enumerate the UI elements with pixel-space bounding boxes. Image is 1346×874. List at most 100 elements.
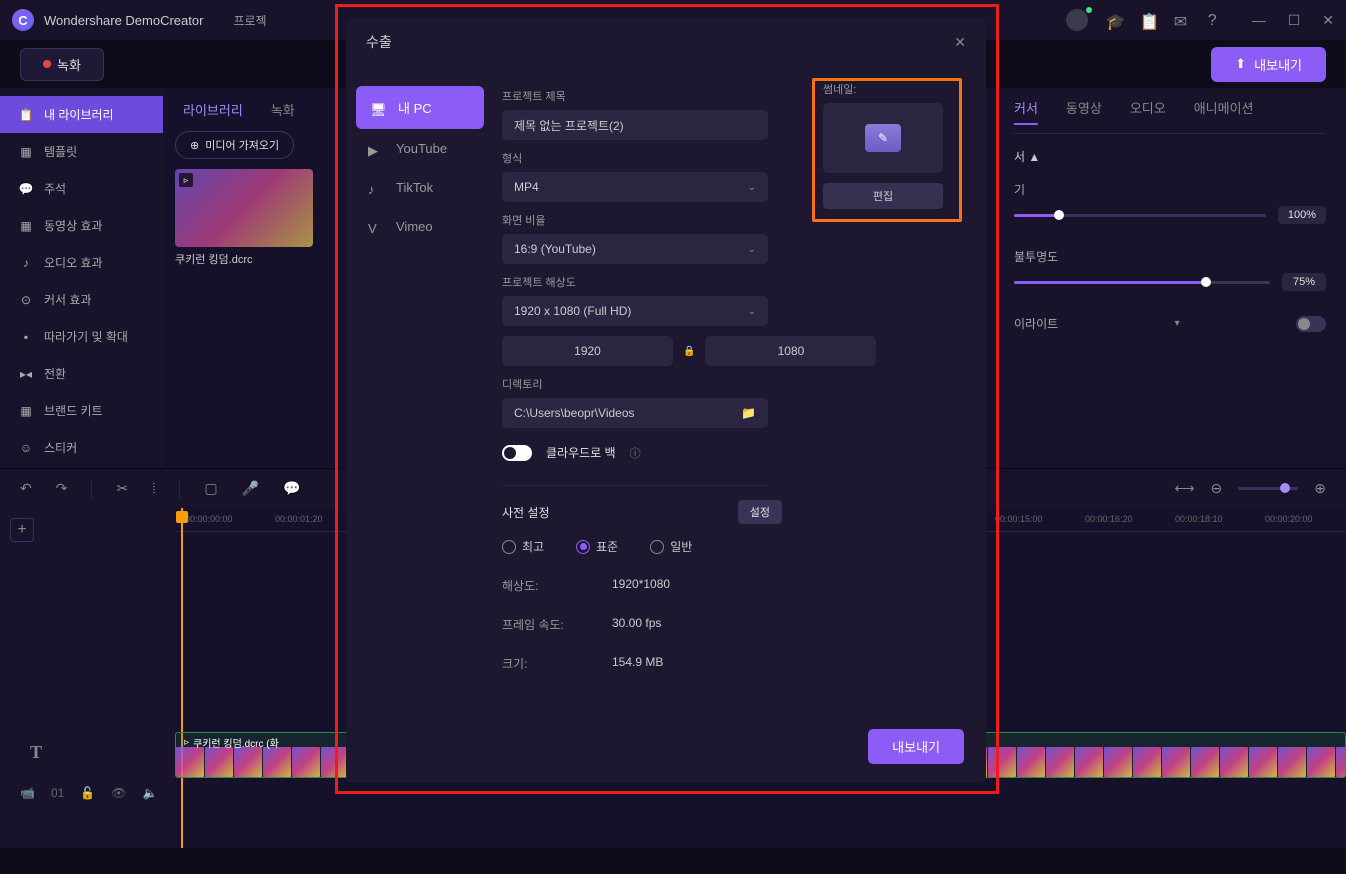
width-input[interactable] — [502, 336, 673, 366]
sidebar-item-label: 내 라이브러리 — [44, 106, 114, 123]
highlight-label: 이라이트 — [1014, 315, 1058, 332]
sidebar-item-sticker[interactable]: ☺스티커 — [0, 429, 163, 466]
dest-tiktok[interactable]: ♪TikTok — [346, 168, 494, 207]
info-fps-label: 프레임 속도: — [502, 616, 572, 633]
help-icon[interactable]: ? — [1208, 12, 1224, 28]
preset-settings-button[interactable]: 설정 — [738, 500, 782, 524]
sidebar-item-label: 스티커 — [44, 439, 77, 456]
template-icon: ▦ — [18, 144, 34, 160]
tab-animation[interactable]: 애니메이션 — [1194, 98, 1254, 125]
radio-standard[interactable]: 표준 — [576, 538, 618, 555]
ruler-mark: 00:00:00:00 — [185, 514, 233, 524]
export-form: 프로젝트 제목 형식 MP4⌄ 화면 비율 16:9 (YouTube)⌄ 프로… — [494, 66, 986, 782]
chat-icon[interactable]: 💬 — [283, 480, 300, 497]
aspect-select[interactable]: 16:9 (YouTube)⌄ — [502, 234, 768, 264]
height-input[interactable] — [705, 336, 876, 366]
record-button[interactable]: 녹화 — [20, 48, 104, 81]
edit-icon: ✎ — [865, 124, 901, 152]
media-thumbnail[interactable]: ▹ — [175, 169, 313, 247]
info-resolution-value: 1920*1080 — [612, 577, 670, 594]
user-avatar-icon[interactable] — [1066, 9, 1088, 31]
sidebar-item-video-fx[interactable]: ▦동영상 효과 — [0, 207, 163, 244]
text-tool-icon[interactable]: T — [30, 742, 42, 763]
marker-icon[interactable]: ▢ — [204, 480, 217, 497]
playhead[interactable] — [181, 508, 183, 848]
redo-icon[interactable]: ↷ — [56, 480, 68, 497]
brand-icon: ▦ — [18, 403, 34, 419]
mic-icon[interactable]: 🎤 — [242, 480, 259, 497]
import-media-button[interactable]: ⊕ 미디어 가져오기 — [175, 131, 294, 159]
zoom-icon: ▪ — [18, 329, 34, 345]
academy-icon[interactable]: 🎓 — [1106, 12, 1122, 28]
sidebar-item-annotation[interactable]: 💬주석 — [0, 170, 163, 207]
directory-field-label: 디렉토리 — [502, 376, 966, 392]
modal-close-button[interactable]: ✕ — [954, 34, 966, 51]
zoom-in-icon[interactable]: ⊕ — [1314, 480, 1326, 497]
props-section-header[interactable]: 서 ▲ — [1014, 148, 1326, 165]
tab-record[interactable]: 녹화 — [271, 100, 295, 119]
message-icon[interactable]: 📋 — [1140, 12, 1156, 28]
fit-icon[interactable]: ⟷ — [1174, 480, 1194, 497]
tab-audio[interactable]: 오디오 — [1130, 98, 1166, 125]
sidebar-item-template[interactable]: ▦템플릿 — [0, 133, 163, 170]
format-value: MP4 — [514, 180, 539, 194]
mute-icon[interactable]: 🔈 — [143, 786, 158, 800]
project-title-input[interactable] — [502, 110, 768, 140]
split-icon[interactable]: ⦙ — [152, 480, 155, 497]
thumbnail-preview[interactable]: ✎ — [823, 103, 943, 173]
mail-icon[interactable]: ✉ — [1174, 12, 1190, 28]
tab-cursor[interactable]: 커서 — [1014, 98, 1038, 125]
dest-label: YouTube — [396, 141, 447, 156]
radio-normal[interactable]: 일반 — [650, 538, 692, 555]
highlight-toggle[interactable] — [1296, 316, 1326, 332]
format-select[interactable]: MP4⌄ — [502, 172, 768, 202]
ruler-mark: 00:00:20:00 — [1265, 514, 1313, 524]
dest-youtube[interactable]: ▶YouTube — [346, 129, 494, 168]
tab-library[interactable]: 라이브러리 — [183, 100, 243, 119]
chevron-down-icon: ⌄ — [748, 244, 756, 255]
resolution-field-label: 프로젝트 해상도 — [502, 274, 966, 290]
modal-title: 수출 — [366, 32, 392, 52]
minimize-button[interactable]: — — [1252, 12, 1266, 29]
dest-my-pc[interactable]: 🖥내 PC — [356, 86, 484, 129]
dest-vimeo[interactable]: VVimeo — [346, 207, 494, 246]
camera-icon[interactable]: 📹 — [20, 786, 35, 800]
visibility-icon[interactable]: 👁 — [111, 786, 126, 800]
opacity-slider[interactable] — [1014, 281, 1270, 284]
zoom-out-icon[interactable]: ⊖ — [1211, 480, 1223, 497]
sidebar-item-brand-kit[interactable]: ▦브랜드 키트 — [0, 392, 163, 429]
crop-icon[interactable]: ✂ — [116, 480, 128, 497]
export-button-top[interactable]: ⬆ 내보내기 — [1211, 47, 1326, 82]
preset-label: 사전 설정 — [502, 504, 550, 521]
plus-icon: ⊕ — [190, 139, 199, 152]
sidebar-item-audio-fx[interactable]: ♪오디오 효과 — [0, 244, 163, 281]
folder-icon[interactable]: 📁 — [741, 406, 756, 420]
sidebar-item-library[interactable]: 📋내 라이브러리 — [0, 96, 163, 133]
radio-best[interactable]: 최고 — [502, 538, 544, 555]
lock-icon[interactable]: 🔒 — [683, 346, 695, 357]
tab-video[interactable]: 동영상 — [1066, 98, 1102, 125]
resolution-select[interactable]: 1920 x 1080 (Full HD)⌄ — [502, 296, 768, 326]
close-button[interactable]: ✕ — [1322, 12, 1334, 29]
cloud-backup-toggle[interactable] — [502, 445, 532, 461]
thumbnail-edit-button[interactable]: 편집 — [823, 183, 943, 209]
size-value[interactable]: 100% — [1278, 206, 1326, 224]
modal-export-button[interactable]: 내보내기 — [868, 729, 964, 764]
lock-track-icon[interactable]: 🔓 — [80, 786, 95, 800]
chevron-down-icon[interactable]: ▾ — [1175, 318, 1180, 329]
record-label: 녹화 — [57, 55, 81, 74]
sidebar-item-cursor-fx[interactable]: ⊙커서 효과 — [0, 281, 163, 318]
dest-label: 내 PC — [398, 98, 432, 117]
undo-icon[interactable]: ↶ — [20, 480, 32, 497]
thumbnail-label: 썸네일: — [823, 81, 951, 97]
info-icon[interactable]: ⓘ — [630, 445, 641, 461]
sidebar-item-follow-zoom[interactable]: ▪따라가기 및 확대 — [0, 318, 163, 355]
maximize-button[interactable]: ☐ — [1288, 12, 1301, 29]
add-track-button[interactable]: + — [10, 518, 34, 542]
opacity-value[interactable]: 75% — [1282, 273, 1326, 291]
directory-input[interactable]: C:\Users\beopr\Videos📁 — [502, 398, 768, 428]
zoom-slider[interactable] — [1238, 487, 1298, 490]
size-slider[interactable] — [1014, 214, 1266, 217]
sidebar-item-transition[interactable]: ▸◂전환 — [0, 355, 163, 392]
menu-project[interactable]: 프로젝 — [233, 12, 266, 29]
